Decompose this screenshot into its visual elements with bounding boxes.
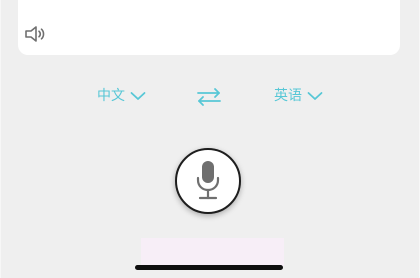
- source-language-selector[interactable]: 中文: [97, 86, 146, 106]
- target-language-selector[interactable]: 英语: [274, 86, 323, 106]
- translation-screen: 中文 英语: [0, 0, 420, 278]
- language-bar: 中文 英语: [0, 78, 420, 114]
- microphone-icon: [196, 161, 220, 200]
- chevron-down-icon: [307, 92, 323, 100]
- chevron-down-icon: [130, 92, 146, 100]
- target-language-label: 英语: [274, 88, 302, 104]
- background-highlight: [141, 238, 284, 266]
- translation-card: [18, 0, 400, 55]
- left-edge: [0, 0, 1, 278]
- speaker-icon: [25, 26, 45, 42]
- voice-input-button[interactable]: [175, 148, 241, 214]
- swap-languages-button[interactable]: [195, 87, 223, 107]
- swap-arrows-icon: [197, 88, 221, 106]
- speaker-button[interactable]: [23, 23, 47, 45]
- source-language-label: 中文: [97, 88, 125, 104]
- home-indicator: [135, 265, 283, 270]
